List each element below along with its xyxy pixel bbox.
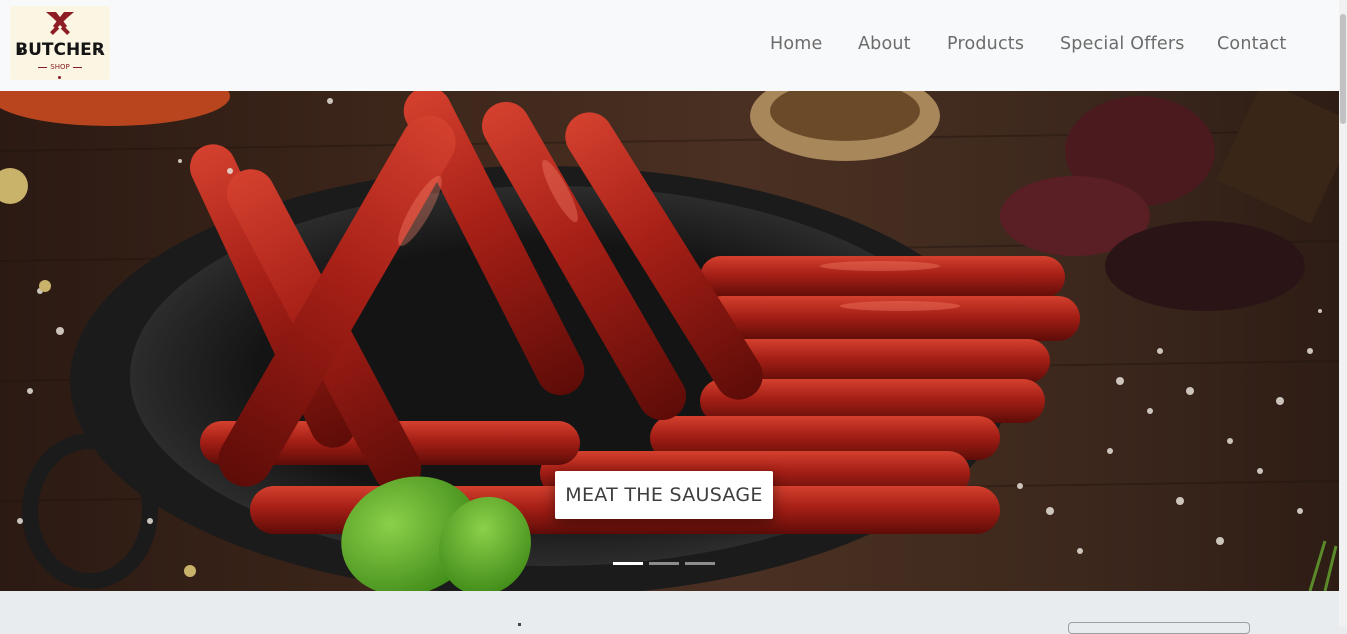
page-scrollbar[interactable] [1339, 0, 1347, 627]
nav-link-special-offers[interactable]: Special Offers [1060, 32, 1185, 56]
navbar: BUTCHER SHOP Home About Products Special… [0, 0, 1339, 91]
brand-logo[interactable]: BUTCHER SHOP [10, 6, 110, 80]
scrollbar-thumb[interactable] [1340, 14, 1346, 124]
nav-link-products[interactable]: Products [947, 32, 1024, 56]
carousel-indicator-1[interactable] [613, 562, 643, 565]
hero-caption: MEAT THE SAUSAGE [555, 471, 773, 519]
carousel-indicator-2[interactable] [649, 562, 679, 565]
logo-title: BUTCHER [15, 40, 105, 60]
logo-dot-right [98, 49, 102, 53]
section-heading-fragment [518, 623, 521, 626]
hero-carousel[interactable]: MEAT THE SAUSAGE [0, 91, 1339, 591]
nav-link-contact[interactable]: Contact [1217, 32, 1287, 56]
logo-subtitle: SHOP [50, 63, 70, 71]
logo-star [58, 76, 61, 79]
carousel-indicator-3[interactable] [685, 562, 715, 565]
nav-link-about[interactable]: About [858, 32, 911, 56]
logo-rule-right [73, 67, 82, 68]
nav-link-home[interactable]: Home [770, 32, 822, 56]
section-button-outline[interactable] [1068, 622, 1250, 634]
crossed-cleavers-icon [46, 12, 74, 35]
